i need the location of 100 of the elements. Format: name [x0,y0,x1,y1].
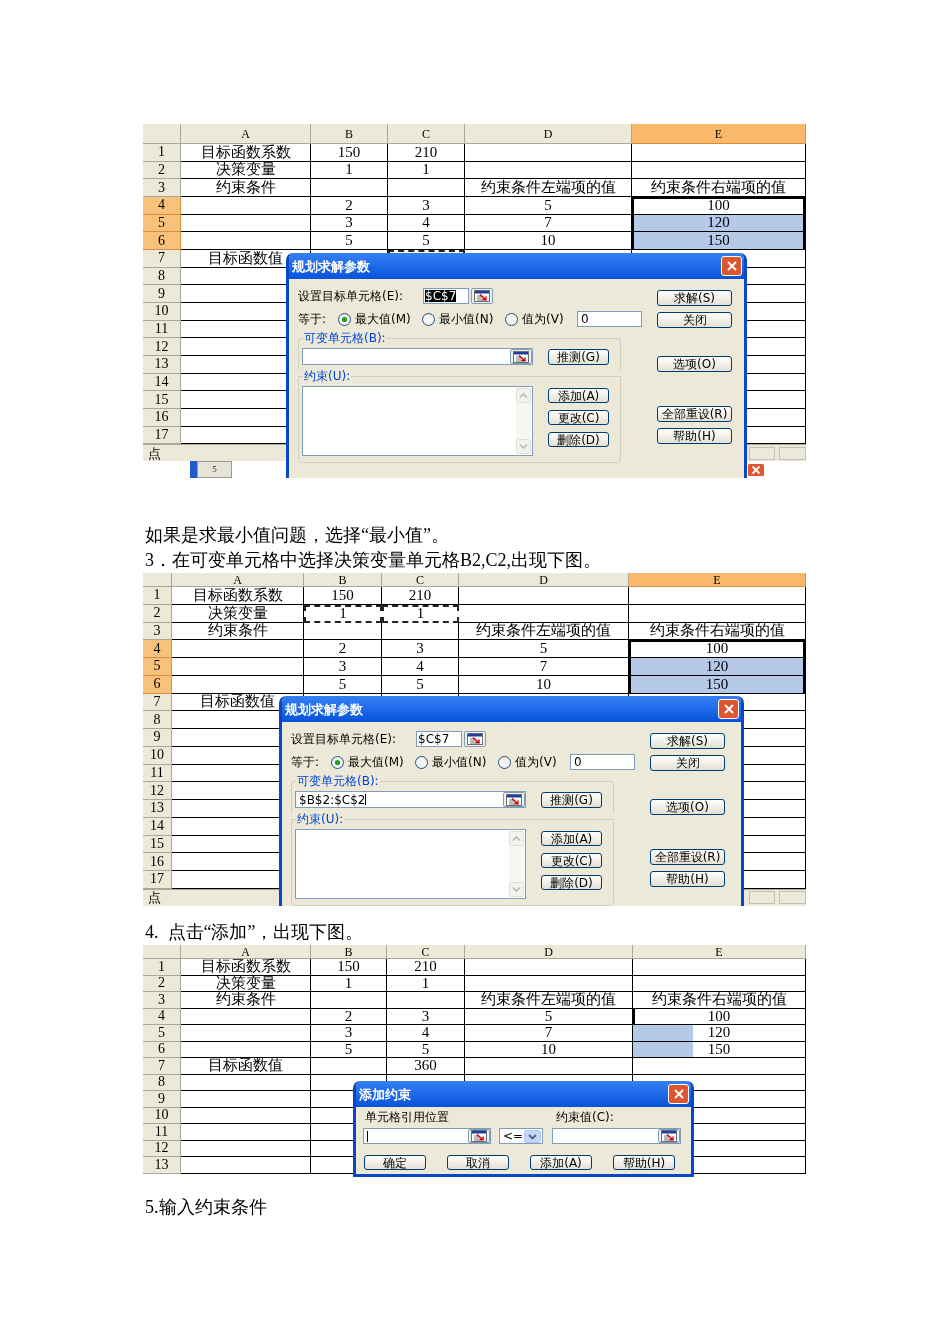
dialog-button[interactable]: 添加(A) [530,1155,592,1170]
dialog-button[interactable]: 全部重设(R) [657,406,732,422]
dialog-button[interactable]: 求解(S) [657,290,732,306]
range-picker-button[interactable] [471,288,493,304]
dialog-button[interactable]: 删除(D) [541,875,602,890]
column-header[interactable]: D [465,124,632,144]
operator-dropdown[interactable]: <= [499,1128,543,1144]
dialog-button[interactable]: 推测(G) [541,791,602,808]
close-button[interactable] [668,1084,689,1104]
column-header[interactable]: B [311,945,387,959]
column-header[interactable]: C [388,124,465,144]
row-header[interactable]: 5 [143,658,172,676]
column-header[interactable]: B [311,124,388,144]
target-cell-field[interactable]: $C$7 [423,288,469,304]
radio-label[interactable]: 值为(V) [522,313,564,325]
column-header[interactable]: E [629,573,806,587]
dialog-button[interactable]: 推测(G) [548,348,609,365]
dialog-button[interactable]: 添加(A) [548,388,609,403]
dialog-button[interactable]: 更改(C) [548,410,609,425]
dialog-button[interactable]: 帮助(H) [657,428,732,444]
dialog-button[interactable]: 关闭 [657,312,732,328]
row-header[interactable]: 5 [143,1025,181,1042]
radio-button[interactable] [422,312,435,326]
radio-button[interactable] [331,755,344,769]
column-header[interactable]: C [382,573,459,587]
changing-cells-field[interactable] [302,348,533,365]
radio-button[interactable] [338,312,351,326]
row-header[interactable]: 7 [143,1058,181,1075]
table-cell: 4 [388,214,465,233]
sheet-tab[interactable]: 5 [197,461,232,478]
column-header[interactable]: A [181,945,311,959]
table-cell: 目标函数值 [181,1058,311,1075]
range-picker-button[interactable] [468,1129,490,1143]
dialog-button[interactable]: 更改(C) [541,853,602,868]
row-header[interactable]: 4 [143,640,172,658]
range-picker-button[interactable] [658,1129,680,1143]
radio-button[interactable] [498,755,511,769]
radio-button[interactable] [415,755,428,769]
row-header[interactable]: 1 [143,587,172,605]
column-header[interactable]: E [632,124,806,144]
radio-label[interactable]: 值为(V) [515,756,557,768]
target-cell-field[interactable]: $C$7 [416,731,462,747]
table-cell: 1 [311,975,387,992]
column-header[interactable]: E [633,945,806,959]
dialog-button[interactable]: 选项(O) [650,799,725,815]
table-cell: 150 [311,959,387,976]
dialog-button[interactable]: 帮助(H) [650,871,725,887]
table-cell: 150 [633,1041,806,1058]
dialog-button[interactable]: 全部重设(R) [650,849,725,865]
dialog-button[interactable]: 添加(A) [541,831,602,846]
column-header[interactable]: D [459,573,629,587]
row-header[interactable]: 9 [143,285,181,303]
close-button[interactable] [721,256,742,276]
dialog-button[interactable]: 帮助(H) [613,1155,675,1170]
row-header[interactable]: 1 [143,959,181,976]
row-header[interactable]: 3 [143,179,181,197]
window-frame-edge [190,461,197,478]
row-header[interactable]: 13 [143,1157,181,1174]
radio-label[interactable]: 最大值(M) [348,756,404,768]
radio-button[interactable] [505,312,518,326]
range-picker-button[interactable] [503,792,525,807]
value-field[interactable]: 0 [570,754,635,770]
dialog-button[interactable]: 选项(O) [657,356,732,372]
dialog-button[interactable]: 关闭 [650,755,725,771]
row-header[interactable]: 12 [143,782,172,800]
changing-cells-field[interactable]: $B$2:$C$2 [295,791,526,808]
dialog-button[interactable]: 删除(D) [548,432,609,447]
row-header[interactable]: 9 [143,729,172,747]
column-header[interactable]: D [465,945,633,959]
column-header[interactable]: C [387,945,465,959]
range-picker-button[interactable] [510,349,532,364]
constraint-value-field[interactable] [552,1128,681,1144]
dialog-button[interactable]: 求解(S) [650,733,725,749]
radio-label[interactable]: 最大值(M) [355,313,411,325]
row-header[interactable]: 17 [143,871,172,889]
row-header[interactable]: 15 [143,391,181,409]
table-cell: 7 [465,214,632,233]
column-header[interactable]: B [304,573,382,587]
cell-reference-field[interactable] [363,1128,491,1144]
row-header[interactable]: 11 [143,1124,181,1141]
column-header[interactable]: A [172,573,304,587]
close-icon[interactable] [747,463,765,478]
row-header[interactable]: 12 [143,338,181,356]
column-header[interactable]: A [181,124,311,144]
row-header[interactable]: 13 [143,800,172,818]
table-cell: 5 [465,196,632,215]
row-header[interactable]: 1 [143,144,181,162]
close-button[interactable] [718,699,739,719]
row-header[interactable]: 8 [143,711,172,729]
dialog-button[interactable]: 确定 [364,1155,426,1170]
range-picker-button[interactable] [464,731,486,747]
row-header[interactable]: 3 [143,992,181,1009]
radio-label[interactable]: 最小值(N) [439,313,494,325]
row-header[interactable]: 16 [143,853,172,871]
row-header[interactable]: 9 [143,1091,181,1108]
row-header[interactable]: 6 [143,232,181,250]
radio-label[interactable]: 最小值(N) [432,756,487,768]
table-cell: 5 [311,232,388,250]
dialog-button[interactable]: 取消 [447,1155,509,1170]
value-field[interactable]: 0 [577,311,642,327]
